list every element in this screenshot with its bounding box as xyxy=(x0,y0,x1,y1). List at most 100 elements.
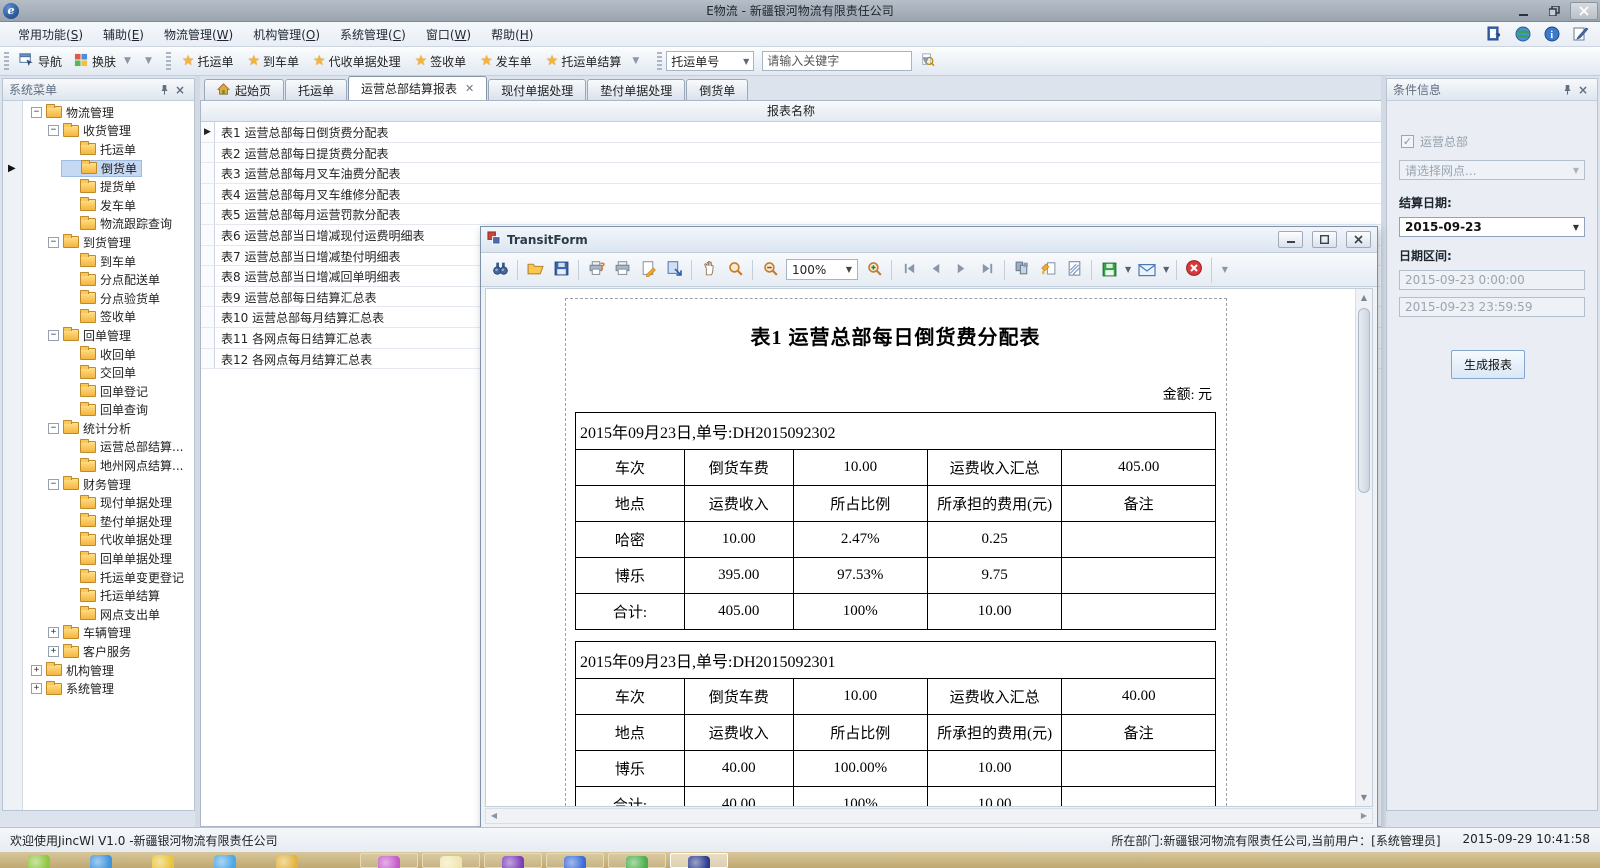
taskbar-button-5[interactable] xyxy=(608,853,666,868)
collapse-icon[interactable]: − xyxy=(48,479,59,490)
taskbar-button-3[interactable] xyxy=(484,853,542,868)
taskbar-button-4[interactable] xyxy=(546,853,604,868)
tab-托运单[interactable]: 托运单 xyxy=(285,79,347,100)
collapse-icon[interactable]: − xyxy=(48,125,59,136)
toolbar-overflow-button[interactable]: ▼ xyxy=(1211,257,1237,283)
close-panel-icon[interactable]: × xyxy=(1575,82,1591,98)
tree-item-物流跟踪查询[interactable]: 物流跟踪查询 xyxy=(23,215,194,234)
range-start-input[interactable] xyxy=(1399,270,1585,290)
info-icon[interactable]: i xyxy=(1542,24,1561,43)
report-row-3[interactable]: 表3 运营总部每月叉车油费分配表 xyxy=(201,163,1381,184)
skin-dropdown-arrow[interactable]: ▼ xyxy=(120,56,135,66)
tree-item-签收单[interactable]: 签收单 xyxy=(23,308,194,327)
navigate-button[interactable]: 导航 xyxy=(13,49,68,73)
tree-item-回单单据处理[interactable]: 回单单据处理 xyxy=(23,549,194,568)
find-button[interactable] xyxy=(487,257,513,283)
tree-item-收回单[interactable]: 收回单 xyxy=(23,345,194,364)
scroll-up-icon[interactable]: ▲ xyxy=(1356,289,1372,306)
taskbar-icon-5[interactable] xyxy=(276,855,298,868)
expand-icon[interactable]: + xyxy=(31,683,42,694)
toolbar-grip[interactable] xyxy=(166,52,171,70)
tree-item-物流管理[interactable]: −物流管理 xyxy=(23,103,194,122)
hand-button[interactable] xyxy=(696,257,722,283)
taskbar-icon-3[interactable] xyxy=(152,855,174,868)
menu-物流管理[interactable]: 物流管理(W) xyxy=(154,23,243,46)
tree-item-客户服务[interactable]: +客户服务 xyxy=(23,642,194,661)
restore-button[interactable] xyxy=(1540,2,1568,20)
tree-item-发车单[interactable]: 发车单 xyxy=(23,196,194,215)
taskbar-icon-4[interactable] xyxy=(214,855,236,868)
tree-item-托运单变更登记[interactable]: 托运单变更登记 xyxy=(23,568,194,587)
search-field-selector[interactable]: 托运单号 ▼ xyxy=(666,51,754,71)
scroll-right-icon[interactable]: ▶ xyxy=(1356,809,1372,823)
menu-系统管理[interactable]: 系统管理(C) xyxy=(330,23,416,46)
tab-起始页[interactable]: 起始页 xyxy=(204,79,284,100)
help-book-icon[interactable]: ? xyxy=(1484,24,1503,43)
zoom-select-button[interactable] xyxy=(722,257,748,283)
taskbar-icon-2[interactable] xyxy=(90,855,112,868)
print-button[interactable] xyxy=(609,257,635,283)
expand-icon[interactable]: + xyxy=(48,627,59,638)
transitform-titlebar[interactable]: TransitForm xyxy=(481,227,1377,253)
scroll-down-icon[interactable]: ▼ xyxy=(1356,789,1372,806)
export-button[interactable]: ▼ xyxy=(1096,257,1134,283)
shortcut-发车单[interactable]: ★发车单 xyxy=(473,50,539,73)
save-button[interactable] xyxy=(548,257,574,283)
dropdown-arrow-icon[interactable]: ▼ xyxy=(1122,265,1134,274)
menu-窗口[interactable]: 窗口(W) xyxy=(416,23,481,46)
tree-item-垫付单据处理[interactable]: 垫付单据处理 xyxy=(23,512,194,531)
viewer-vertical-scrollbar[interactable]: ▲ ▼ xyxy=(1355,289,1372,806)
next-page-button[interactable] xyxy=(948,257,974,283)
scrollbar-thumb[interactable] xyxy=(1358,308,1370,493)
watermark-button[interactable] xyxy=(1035,257,1061,283)
tree-item-统计分析[interactable]: −统计分析 xyxy=(23,419,194,438)
tree-item-到车单[interactable]: 到车单 xyxy=(23,252,194,271)
report-row-1[interactable]: ▶表1 运营总部每日倒货费分配表 xyxy=(201,122,1381,143)
zoom-in-button[interactable] xyxy=(861,257,887,283)
collapse-icon[interactable]: − xyxy=(48,330,59,341)
close-panel-icon[interactable]: × xyxy=(172,82,188,98)
tree-item-到货管理[interactable]: −到货管理 xyxy=(23,233,194,252)
shortcut-到车单[interactable]: ★到车单 xyxy=(240,50,306,73)
shortcut-托运单[interactable]: ★托运单 xyxy=(175,50,241,73)
last-page-button[interactable] xyxy=(974,257,1000,283)
close-button[interactable] xyxy=(1570,2,1598,20)
tree-item-分点验货单[interactable]: 分点验货单 xyxy=(23,289,194,308)
range-end-input[interactable] xyxy=(1399,297,1585,317)
transitform-maximize-button[interactable] xyxy=(1312,231,1337,248)
open-button[interactable] xyxy=(522,257,548,283)
expand-icon[interactable]: + xyxy=(48,646,59,657)
edit-page-button[interactable] xyxy=(1061,257,1087,283)
thumbnails-button[interactable] xyxy=(1009,257,1035,283)
globe-icon[interactable] xyxy=(1513,24,1532,43)
generate-report-button[interactable]: 生成报表 xyxy=(1451,350,1525,379)
taskbar-button-1[interactable] xyxy=(360,853,418,868)
taskbar-icon-1[interactable] xyxy=(28,855,50,868)
menu-辅助[interactable]: 辅助(E) xyxy=(93,23,154,46)
tree-item-运营总部结算...[interactable]: 运营总部结算... xyxy=(23,438,194,457)
tree-item-托运单[interactable]: 托运单 xyxy=(23,140,194,159)
taskbar-button-6[interactable] xyxy=(670,853,728,868)
shortcut-托运单结算[interactable]: ★托运单结算 xyxy=(539,50,629,73)
collapse-icon[interactable]: − xyxy=(31,107,42,118)
email-button[interactable]: ▼ xyxy=(1134,257,1172,283)
tab-倒货单[interactable]: 倒货单 xyxy=(686,79,748,100)
menu-帮助[interactable]: 帮助(H) xyxy=(481,23,543,46)
tree-item-机构管理[interactable]: +机构管理 xyxy=(23,661,194,680)
toolbar-grip[interactable] xyxy=(4,52,9,70)
site-select[interactable]: 请选择网点... ▼ xyxy=(1399,160,1585,180)
shortcut-代收单据处理[interactable]: ★代收单据处理 xyxy=(306,50,408,73)
minimize-button[interactable] xyxy=(1510,2,1538,20)
scroll-left-icon[interactable]: ◀ xyxy=(486,809,502,823)
search-input[interactable] xyxy=(763,54,921,68)
tree-item-现付单据处理[interactable]: 现付单据处理 xyxy=(23,493,194,512)
tree-item-交回单[interactable]: 交回单 xyxy=(23,363,194,382)
tab-运营总部结算报表[interactable]: 运营总部结算报表✕ xyxy=(348,76,487,100)
expand-icon[interactable]: + xyxy=(31,665,42,676)
shortcut-签收单[interactable]: ★签收单 xyxy=(408,50,474,73)
dropdown-arrow-icon[interactable]: ▼ xyxy=(1160,265,1172,274)
skin-button[interactable]: 换肤 ▼ xyxy=(68,50,141,73)
tab-close-icon[interactable]: ✕ xyxy=(465,82,474,95)
designer-icon[interactable] xyxy=(1571,24,1590,43)
tree-item-回单查询[interactable]: 回单查询 xyxy=(23,401,194,420)
